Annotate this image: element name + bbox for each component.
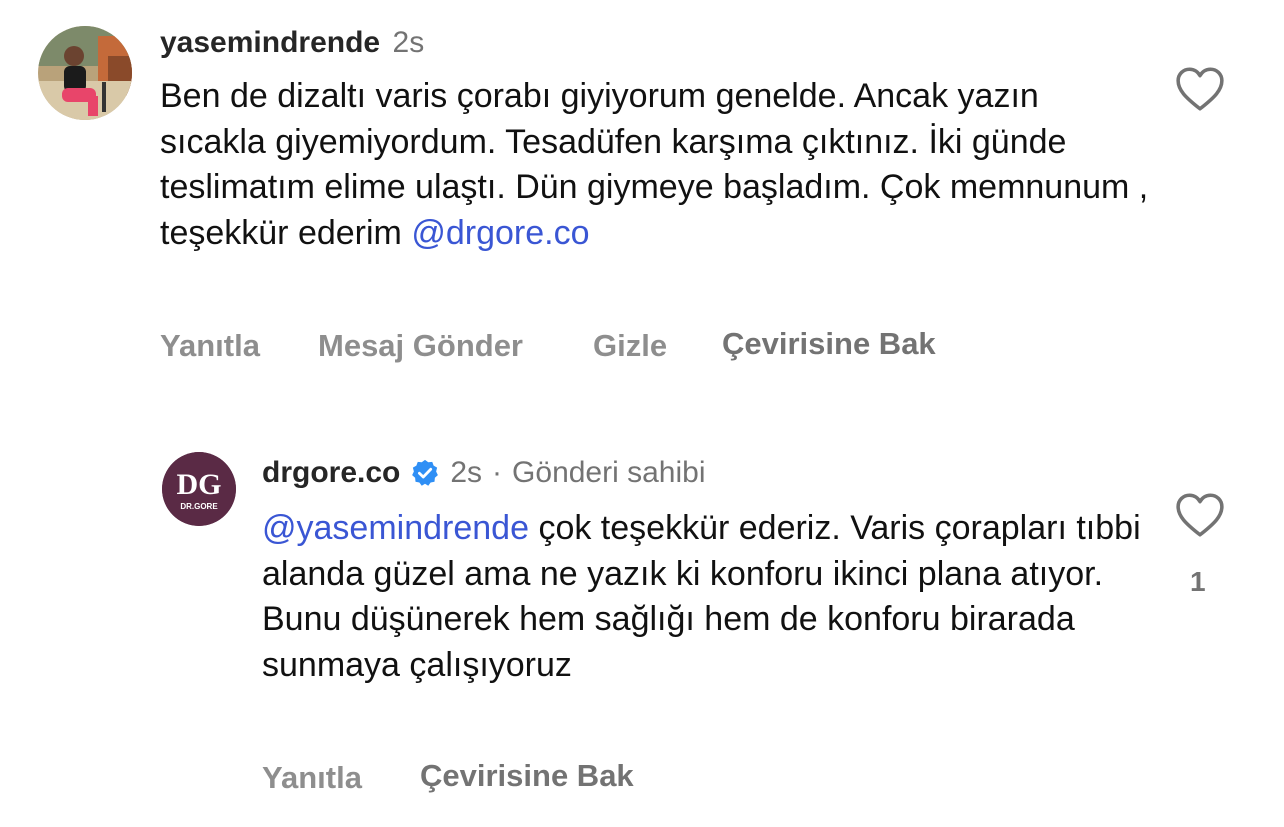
comment-text: @yasemindrende çok teşekkür ederiz. Vari… [262, 506, 1142, 688]
comment-text: Ben de dizaltı varis çorabı giyiyorum ge… [160, 74, 1150, 256]
author-label: Gönderi sahibi [512, 456, 706, 489]
send-message-button[interactable]: Mesaj Gönder [318, 328, 523, 364]
like-count[interactable]: 1 [1190, 566, 1206, 598]
see-translation-button[interactable]: Çevirisine Bak [722, 326, 936, 362]
brand-logo-text: DG [177, 468, 222, 501]
reply-button[interactable]: Yanıtla [160, 328, 260, 364]
timestamp: 2s [392, 26, 425, 59]
mention-link[interactable]: @drgore.co [411, 214, 589, 252]
like-heart-icon[interactable] [1175, 66, 1225, 112]
reply-button[interactable]: Yanıtla [262, 760, 362, 796]
see-translation-button[interactable]: Çevirisine Bak [420, 758, 634, 794]
mention-link[interactable]: @yasemindrende [262, 509, 529, 547]
verified-badge-icon [410, 458, 440, 488]
hide-button[interactable]: Gizle [593, 328, 667, 364]
comment-header: drgore.co 2s · Gönderi sahibi [262, 456, 706, 490]
comment-header: yasemindrende 2s [160, 26, 424, 60]
timestamp: 2s [450, 456, 483, 489]
avatar[interactable] [38, 26, 132, 120]
username[interactable]: drgore.co [262, 456, 400, 490]
avatar[interactable]: DG DR.GORE [162, 452, 236, 526]
brand-logo-subtext: DR.GORE [180, 502, 218, 511]
like-heart-icon[interactable] [1175, 492, 1225, 538]
username[interactable]: yasemindrende [160, 26, 380, 59]
separator: · [492, 456, 503, 489]
comment-body: Ben de dizaltı varis çorabı giyiyorum ge… [160, 77, 1149, 252]
